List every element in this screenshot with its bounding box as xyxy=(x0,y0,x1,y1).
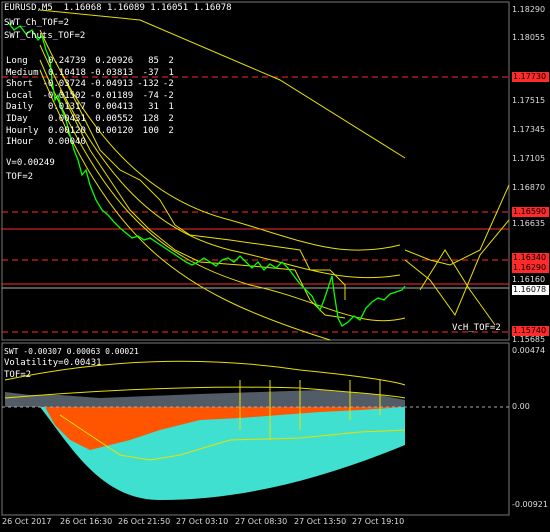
stats-cell: -132 xyxy=(137,79,159,90)
stats-cell: 1 xyxy=(168,102,174,113)
stats-cell: 0.01317 xyxy=(47,102,86,113)
stats-cell: -0.01189 xyxy=(89,90,134,101)
price-tick: 1.15685 xyxy=(512,335,546,344)
v-value: V=0.00249 xyxy=(6,158,55,168)
price-tick: 1.17515 xyxy=(512,96,546,105)
stats-row: Local -0.01502 -0.01189 -74 -2 xyxy=(6,91,178,103)
price-tick: 1.16870 xyxy=(512,183,546,192)
time-tick: 26 Oct 2017 xyxy=(2,517,52,526)
stats-cell: 2 xyxy=(168,113,174,124)
indicator-label-1: SWT_Ch_TOF=2 xyxy=(4,18,70,28)
sub-header: SWT -0.00307 0.00063 0.00021 xyxy=(4,347,139,356)
price-badge-red: 1.15740 xyxy=(512,326,549,336)
sub-tof-label: TOF=2 xyxy=(4,370,32,380)
time-tick: 27 Oct 13:50 xyxy=(294,517,347,526)
stats-row: IDay 0.00431 0.00552 128 2 xyxy=(6,114,178,126)
price-tick: 1.17345 xyxy=(512,125,546,134)
projection-line-2 xyxy=(404,184,510,266)
stats-cell: -0.03813 xyxy=(89,67,134,78)
price-tick: 1.18290 xyxy=(512,5,546,14)
stats-cell: Hourly xyxy=(6,125,39,136)
stats-row: Hourly 0.00120 0.00120 100 2 xyxy=(6,126,178,138)
stats-cell: 0.00413 xyxy=(95,102,134,113)
main-chart-frame xyxy=(1,1,510,341)
time-tick: 27 Oct 08:30 xyxy=(235,517,288,526)
stats-cell: IHour xyxy=(6,137,34,148)
time-tick: 26 Oct 16:30 xyxy=(60,517,113,526)
indicator-label-2: SWT_Chuts_TOF=2 xyxy=(4,31,86,41)
stats-cell: 0.00431 xyxy=(47,113,86,124)
stats-row: Long 0.24739 0.20926 85 2 xyxy=(6,56,178,68)
stats-cell: Local xyxy=(6,90,34,101)
stats-cell: 0.20926 xyxy=(95,56,134,66)
stats-cell: 0.00040 xyxy=(47,137,86,148)
stats-cell xyxy=(137,137,163,149)
stats-cell: Short xyxy=(6,79,34,90)
sub-axis-tick: 0.00 xyxy=(512,402,530,411)
price-badge-red: 1.16340 xyxy=(512,253,549,263)
stats-cell: -2 xyxy=(162,79,174,90)
stats-cell: 85 xyxy=(148,56,159,66)
stats-cell: -37 xyxy=(142,67,159,78)
stats-cell: 0.00120 xyxy=(95,125,134,136)
stats-cell: 0.24739 xyxy=(47,56,86,66)
vch-annotation: VcH_TOF=2 xyxy=(452,323,501,333)
stats-cell: 0.00552 xyxy=(95,113,134,124)
histogram-grey-area xyxy=(5,390,405,407)
stats-cell: Medium xyxy=(6,67,39,78)
stats-cell: IDay xyxy=(6,113,28,124)
stats-cell: 2 xyxy=(168,56,174,66)
current-price-badge: 1.16078 xyxy=(512,285,549,295)
projection-line-1 xyxy=(404,219,510,317)
tof-value: TOF=2 xyxy=(6,172,34,182)
symbol-header: EURUSD,M5 1.16068 1.16089 1.16051 1.1607… xyxy=(4,3,232,13)
stats-cell: 0.00120 xyxy=(47,125,86,136)
price-badge-red: 1.16290 xyxy=(512,263,549,273)
time-tick: 27 Oct 19:10 xyxy=(352,517,405,526)
price-badge-red: 1.17730 xyxy=(512,72,549,82)
price-tick: 1.16160 xyxy=(512,275,546,284)
price-tick: 1.18055 xyxy=(512,33,546,42)
stats-row: Short -0.03724 -0.04913 -132 -2 xyxy=(6,79,178,91)
stats-cell: 2 xyxy=(168,125,174,136)
price-tick: 1.17105 xyxy=(512,154,546,163)
sub-axis-tick: 0.00474 xyxy=(512,346,546,355)
time-tick: 26 Oct 21:50 xyxy=(118,517,171,526)
stats-cell xyxy=(163,137,178,149)
stats-cell: -0.04913 xyxy=(89,79,134,90)
price-badge-red: 1.16590 xyxy=(512,207,549,217)
sub-histogram xyxy=(2,390,509,500)
sub-axis-tick: -0.00921 xyxy=(512,500,548,509)
volatility-label: Volatility=0.00431 xyxy=(4,358,102,368)
stats-cell: Daily xyxy=(6,102,34,113)
stats-cell xyxy=(90,137,137,149)
stats-row: Medium 0.10418 -0.03813 -37 1 xyxy=(6,68,178,80)
price-tick: 1.16635 xyxy=(512,219,546,228)
stats-table: Long 0.24739 0.20926 85 2 Medium 0.10418 -0.038… xyxy=(6,56,178,149)
stats-row: Daily 0.01317 0.00413 31 1 xyxy=(6,102,178,114)
stats-cell: 100 xyxy=(142,125,159,136)
stats-row: IHour 0.00040 xyxy=(6,137,178,149)
stats-cell: 0.10418 xyxy=(47,67,86,78)
stats-cell: -74 xyxy=(142,90,159,101)
stats-cell: Long xyxy=(6,56,28,66)
stats-cell: 128 xyxy=(142,113,159,124)
stats-cell: -0.01502 xyxy=(42,90,86,101)
stats-cell: -2 xyxy=(162,90,174,101)
stats-cell: 31 xyxy=(148,102,159,113)
stats-cell: 1 xyxy=(168,67,174,78)
time-tick: 27 Oct 03:10 xyxy=(176,517,229,526)
stats-cell: -0.03724 xyxy=(42,79,86,90)
